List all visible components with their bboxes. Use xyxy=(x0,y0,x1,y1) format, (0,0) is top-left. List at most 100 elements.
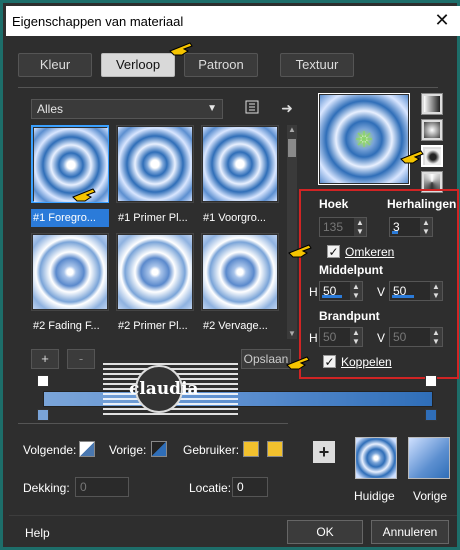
vorige-stop-label: Vorige: xyxy=(109,443,147,457)
brandpunt-h-label: H xyxy=(309,331,318,345)
previous-label: Vorige xyxy=(413,489,448,503)
pointer-hand-icon xyxy=(288,244,312,258)
color-stop-left[interactable] xyxy=(37,409,49,423)
reverse-label[interactable]: Omkeren xyxy=(345,245,394,259)
scroll-up-icon[interactable]: ▲ xyxy=(287,125,297,135)
gradient-thumb-6[interactable] xyxy=(201,233,279,311)
gradient-thumb-5[interactable] xyxy=(116,233,194,311)
color-stop-right[interactable] xyxy=(425,409,437,423)
location-field[interactable]: 0 xyxy=(232,477,268,497)
tab-patroon[interactable]: Patroon xyxy=(184,53,258,77)
gradient-thumb-3[interactable] xyxy=(201,125,279,203)
opacity-value: 0 xyxy=(80,480,87,494)
locatie-label: Locatie: xyxy=(189,481,232,495)
previous-preview[interactable] xyxy=(408,437,450,479)
dialog-window: Eigenschappen van materiaal ✕ Kleur Verl… xyxy=(0,0,460,550)
cancel-button[interactable]: Annuleren xyxy=(371,520,449,544)
link-checkbox[interactable]: ✓ xyxy=(323,355,336,368)
current-label: Huidige xyxy=(354,489,395,503)
tab-kleur[interactable]: Kleur xyxy=(18,53,92,77)
hoek-label: Hoek xyxy=(319,197,349,211)
reverse-checkbox[interactable]: ✓ xyxy=(327,245,340,258)
linear-type-button[interactable] xyxy=(421,93,443,115)
category-value: Alles xyxy=(37,102,64,116)
gallery-scrollbar[interactable]: ▲ ▼ xyxy=(287,125,297,339)
tab-textuur[interactable]: Textuur xyxy=(280,53,354,77)
help-button[interactable]: Help xyxy=(25,526,50,540)
save-gradient-button[interactable]: Opslaan xyxy=(241,349,291,369)
current-preview xyxy=(355,437,397,479)
user-color-swatch[interactable] xyxy=(243,441,259,457)
center-h-spinner[interactable]: 50 ▲ ▼ xyxy=(319,281,363,301)
center-v-spinner[interactable]: 50 ▲ ▼ xyxy=(389,281,443,301)
focal-h-value: 50 xyxy=(323,330,337,344)
gradient-preview xyxy=(318,93,410,185)
stops-divider xyxy=(18,423,288,424)
focal-h-step-icon[interactable]: ▲ ▼ xyxy=(350,328,362,346)
tabs-divider xyxy=(18,87,438,88)
repeats-step-icon[interactable]: ▲ ▼ xyxy=(420,218,432,236)
volgende-label: Volgende: xyxy=(23,443,77,457)
focal-v-spinner[interactable]: 50 ▲ ▼ xyxy=(389,327,443,347)
opacity-stop-right[interactable] xyxy=(425,375,437,389)
arrow-right-icon[interactable]: ➜ xyxy=(278,99,296,117)
focal-h-spinner[interactable]: 50 ▲ ▼ xyxy=(319,327,363,347)
gradient-label-3: #1 Voorgro... xyxy=(203,212,266,224)
center-v-bar xyxy=(392,295,414,298)
window-title: Eigenschappen van materiaal xyxy=(12,14,184,29)
remove-stop-button[interactable]: - xyxy=(67,349,95,369)
chevron-down-icon: ▼ xyxy=(207,103,217,114)
footer-divider xyxy=(9,515,457,516)
gradient-label-4: #2 Fading F... xyxy=(33,320,100,332)
repeats-spinner[interactable]: 3 ▲ ▼ xyxy=(389,217,433,237)
center-h-step-icon[interactable]: ▲ ▼ xyxy=(350,282,362,300)
focal-v-value: 50 xyxy=(393,330,407,344)
opacity-field[interactable]: 0 xyxy=(75,477,129,497)
pointer-hand-icon xyxy=(286,356,310,370)
gradient-thumb-1[interactable] xyxy=(31,125,109,203)
category-dropdown[interactable]: Alles ▼ xyxy=(31,99,223,119)
add-to-swatches-button[interactable]: + xyxy=(313,441,335,463)
center-v-step-icon[interactable]: ▲ ▼ xyxy=(430,282,442,300)
gradient-label-6: #2 Vervage... xyxy=(203,320,268,332)
opacity-stop-left[interactable] xyxy=(37,375,49,389)
folder-options-icon[interactable] xyxy=(243,99,261,117)
previous-color-swatch[interactable] xyxy=(151,441,167,457)
herhalingen-label: Herhalingen xyxy=(387,197,457,211)
ok-button[interactable]: OK xyxy=(287,520,363,544)
add-stop-button[interactable]: + xyxy=(31,349,59,369)
scroll-thumb[interactable] xyxy=(288,139,296,157)
middelpunt-v-label: V xyxy=(377,285,386,299)
rectangular-type-button[interactable] xyxy=(421,119,443,141)
pointer-hand-icon xyxy=(72,188,96,202)
middelpunt-h-label: H xyxy=(309,285,318,299)
link-label[interactable]: Koppelen xyxy=(341,355,392,369)
center-h-bar xyxy=(322,295,342,298)
gradient-thumb-2[interactable] xyxy=(116,125,194,203)
location-value: 0 xyxy=(237,480,244,494)
scroll-down-icon[interactable]: ▼ xyxy=(287,329,297,339)
angle-spinner[interactable]: 135 ▲ ▼ xyxy=(319,217,367,237)
gradient-label-5: #2 Primer Pl... xyxy=(118,320,188,332)
title-bar: Eigenschappen van materiaal ✕ xyxy=(6,6,460,36)
logo-text: claudia xyxy=(129,379,199,399)
gradient-label-2: #1 Primer Pl... xyxy=(118,212,188,224)
pointer-hand-icon xyxy=(169,42,193,56)
user-color-swatch-2[interactable] xyxy=(267,441,283,457)
angle-step-icon[interactable]: ▲ ▼ xyxy=(354,218,366,236)
gebruiker-label: Gebruiker: xyxy=(183,443,240,457)
angle-value: 135 xyxy=(323,220,344,234)
gradient-gallery: #1 Foregro... #1 Primer Pl... #1 Voorgro… xyxy=(31,125,279,339)
material-tabs: Kleur Verloop Patroon Textuur xyxy=(18,42,438,79)
close-icon[interactable]: ✕ xyxy=(432,10,452,30)
brandpunt-label: Brandpunt xyxy=(319,309,380,323)
gradient-bar[interactable] xyxy=(43,391,433,407)
gradient-thumb-4[interactable] xyxy=(31,233,109,311)
tab-verloop[interactable]: Verloop xyxy=(101,53,175,77)
center-marker-icon[interactable] xyxy=(355,130,373,148)
middelpunt-label: Middelpunt xyxy=(319,263,383,277)
focal-v-step-icon[interactable]: ▲ ▼ xyxy=(430,328,442,346)
next-color-swatch[interactable] xyxy=(79,441,95,457)
gradient-settings-panel: Hoek Herhalingen 135 ▲ ▼ 3 ▲ ▼ ✓ Omkeren M… xyxy=(286,189,459,379)
brandpunt-v-label: V xyxy=(377,331,386,345)
